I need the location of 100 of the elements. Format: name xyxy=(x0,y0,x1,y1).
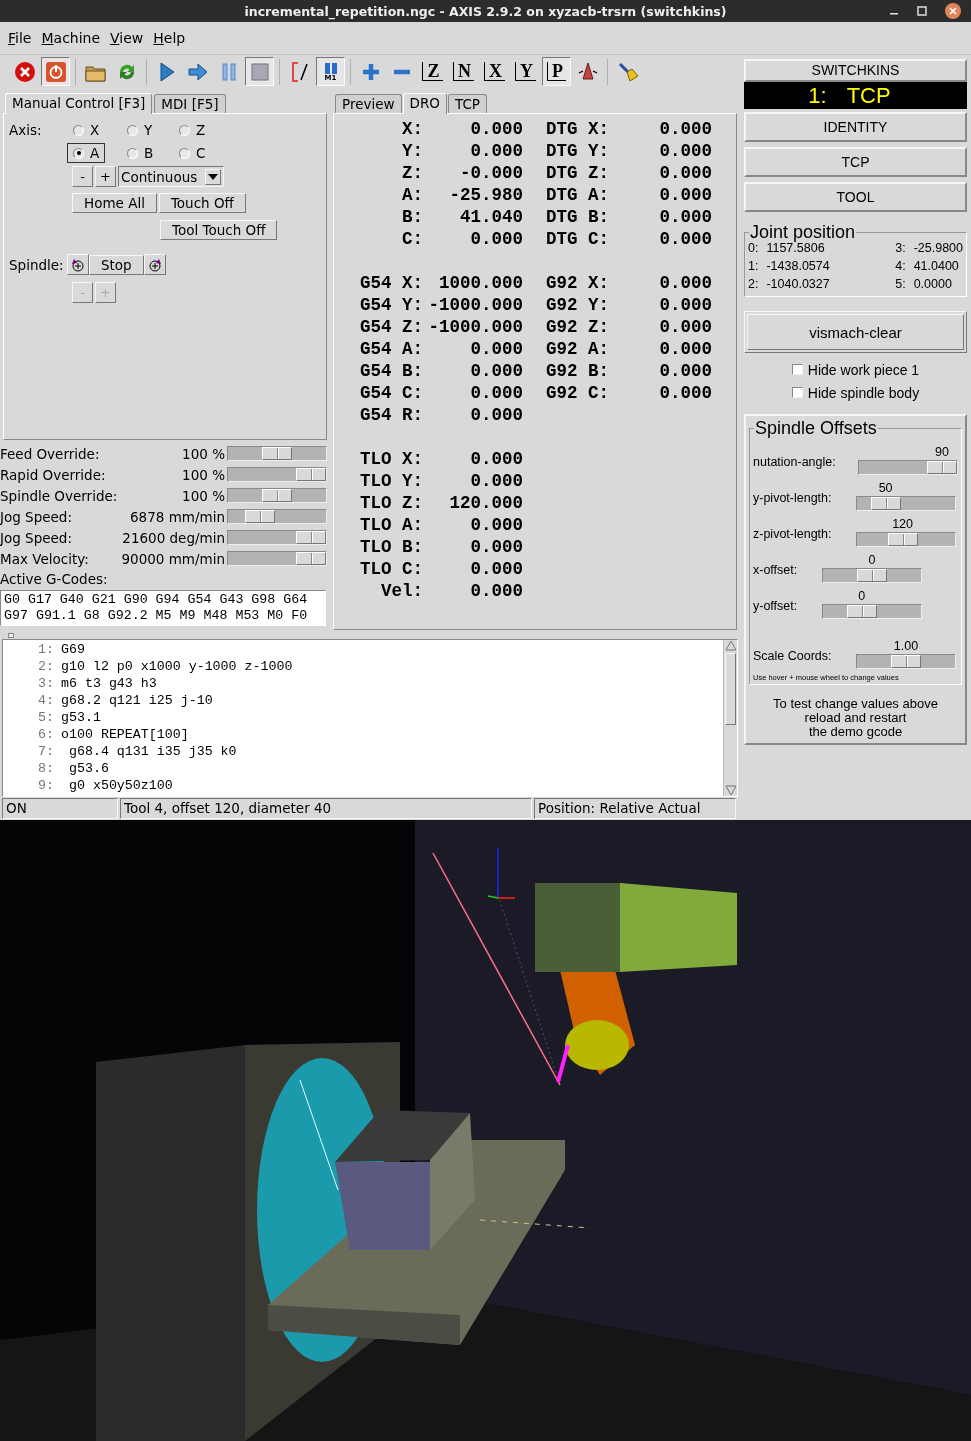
maximize-icon[interactable] xyxy=(917,6,927,16)
axis-radio[interactable]: B xyxy=(121,143,160,163)
slider-thumb[interactable] xyxy=(927,461,957,474)
view-button[interactable]: X xyxy=(480,57,509,86)
note-text: To test change values above reload and restart the demo gcode xyxy=(772,697,939,739)
slider-thumb[interactable] xyxy=(857,569,887,582)
dro-label: G54 X: xyxy=(359,272,423,294)
dro-label: G92 B: xyxy=(545,360,610,382)
vismach-clear-button[interactable]: vismach-clear xyxy=(744,311,967,353)
line-number: 3: xyxy=(37,675,55,692)
view-button[interactable]: N xyxy=(449,57,478,86)
scrollbar[interactable] xyxy=(723,640,737,796)
override-label: Spindle Override: xyxy=(0,487,119,504)
switchkins-header: SWITCHKINS xyxy=(744,59,967,82)
override-value: 100 % xyxy=(182,487,226,504)
kinematics-button[interactable]: TCP xyxy=(744,147,967,177)
kinematics-button[interactable]: TOOL xyxy=(744,182,967,212)
menu-item[interactable]: Machine xyxy=(36,30,106,46)
slider-label: y-pivot-length: xyxy=(753,491,832,507)
axis-radio[interactable]: Z xyxy=(173,120,212,140)
view-button[interactable]: P xyxy=(542,57,571,86)
status-field: Position: Relative Actual xyxy=(534,798,736,819)
line-number: 2: xyxy=(37,658,55,675)
close-icon[interactable] xyxy=(945,3,961,19)
checkbox[interactable]: Hide work piece 1 xyxy=(744,358,967,381)
slider-thumb[interactable] xyxy=(296,531,326,544)
tool-touch-off-button[interactable]: Tool Touch Off xyxy=(160,220,278,240)
dro-label: DTG X: xyxy=(545,118,610,140)
dro-label: B: xyxy=(401,206,423,228)
joint-value: -1438.0574 xyxy=(766,258,830,275)
resize-grip-icon[interactable] xyxy=(8,633,14,638)
tab[interactable]: Preview xyxy=(335,94,402,113)
code-line: g68.2 q121 i25 j-10 xyxy=(61,692,213,709)
tab[interactable]: Manual Control [F3] xyxy=(5,93,153,114)
home-all-button[interactable]: Home All xyxy=(72,193,157,213)
slider-thumb[interactable] xyxy=(262,489,292,502)
spindle-label: Spindle: xyxy=(9,256,65,273)
joint-value: 1157.5806 xyxy=(766,241,825,257)
dro-label: A: xyxy=(401,184,423,206)
slider-value: 90 xyxy=(934,445,950,460)
dro-label: TLO A: xyxy=(359,514,423,536)
dro-value: 0.000 xyxy=(469,382,523,404)
dro-label: C: xyxy=(401,228,423,250)
override-label: Jog Speed: xyxy=(0,529,73,546)
toolbar-button[interactable] xyxy=(245,57,274,86)
override-value: 100 % xyxy=(182,445,226,462)
slider-thumb[interactable] xyxy=(262,447,292,460)
dro-value: 0.000 xyxy=(469,580,523,602)
checkbox[interactable]: Hide spindle body xyxy=(744,381,967,404)
line-number: 6: xyxy=(37,726,55,743)
slider-thumb[interactable] xyxy=(887,533,918,546)
dro-value: 41.040 xyxy=(459,206,523,228)
dro-value: 0.000 xyxy=(658,338,712,360)
code-line: G69 xyxy=(61,641,85,658)
slider-thumb[interactable] xyxy=(245,510,275,523)
jog-minus-button[interactable]: - xyxy=(72,166,93,187)
tab[interactable]: TCP xyxy=(447,94,487,113)
axis-radio[interactable]: Y xyxy=(121,120,159,140)
tab[interactable]: MDI [F5] xyxy=(154,94,226,113)
joint-label: 5: xyxy=(895,276,906,293)
dro-label: G92 X: xyxy=(545,272,610,294)
toolbar-button[interactable] xyxy=(41,57,70,86)
slider-value: 120 xyxy=(891,517,914,532)
caret-icon xyxy=(208,173,219,180)
jog-mode-dropdown[interactable]: Continuous xyxy=(118,166,225,187)
slider-thumb[interactable] xyxy=(296,552,326,565)
scroll-up-icon[interactable] xyxy=(724,640,737,651)
axis-radio[interactable]: X xyxy=(67,120,106,140)
kinematics-button[interactable]: IDENTITY xyxy=(744,112,967,142)
view-button[interactable]: Z xyxy=(418,57,447,86)
scroll-down-icon[interactable] xyxy=(724,785,737,796)
slider-value: 0 xyxy=(867,553,877,568)
line-number: 5: xyxy=(37,709,55,726)
menu-item[interactable]: View xyxy=(105,30,149,46)
view-button[interactable]: Y xyxy=(511,57,540,86)
dro-label: G54 R: xyxy=(359,404,423,426)
touch-off-button[interactable]: Touch Off xyxy=(158,193,246,213)
axis-radio[interactable]: A xyxy=(67,143,106,163)
slider-thumb[interactable] xyxy=(296,468,326,481)
spindle-ccw-button[interactable] xyxy=(67,254,89,275)
axis-radio[interactable]: C xyxy=(173,143,212,163)
group-title: Joint position xyxy=(749,222,857,243)
code-line: g0 x50y50z100 xyxy=(67,777,173,794)
jog-plus-button[interactable]: + xyxy=(95,166,116,187)
menu-item[interactable]: Help xyxy=(148,30,191,46)
joint-label: 3: xyxy=(895,240,906,257)
slider-thumb[interactable] xyxy=(870,497,901,510)
slider-thumb[interactable] xyxy=(846,605,877,618)
override-value: 90000 mm/min xyxy=(121,550,226,567)
spindle-stop-button[interactable]: Stop xyxy=(89,254,144,275)
code-line: m6 t3 g43 h3 xyxy=(61,675,157,692)
spindle-cw-button[interactable] xyxy=(143,254,166,275)
dro-label: DTG C: xyxy=(545,228,610,250)
tab[interactable]: DRO xyxy=(402,93,447,114)
slider-thumb[interactable] xyxy=(891,655,921,668)
code-line: g53.6 xyxy=(67,760,109,777)
menu-item[interactable]: File xyxy=(3,30,37,46)
dro-value: 0.000 xyxy=(469,338,523,360)
slider-label: x-offset: xyxy=(753,563,798,579)
dro-value: -1000.000 xyxy=(427,316,523,338)
